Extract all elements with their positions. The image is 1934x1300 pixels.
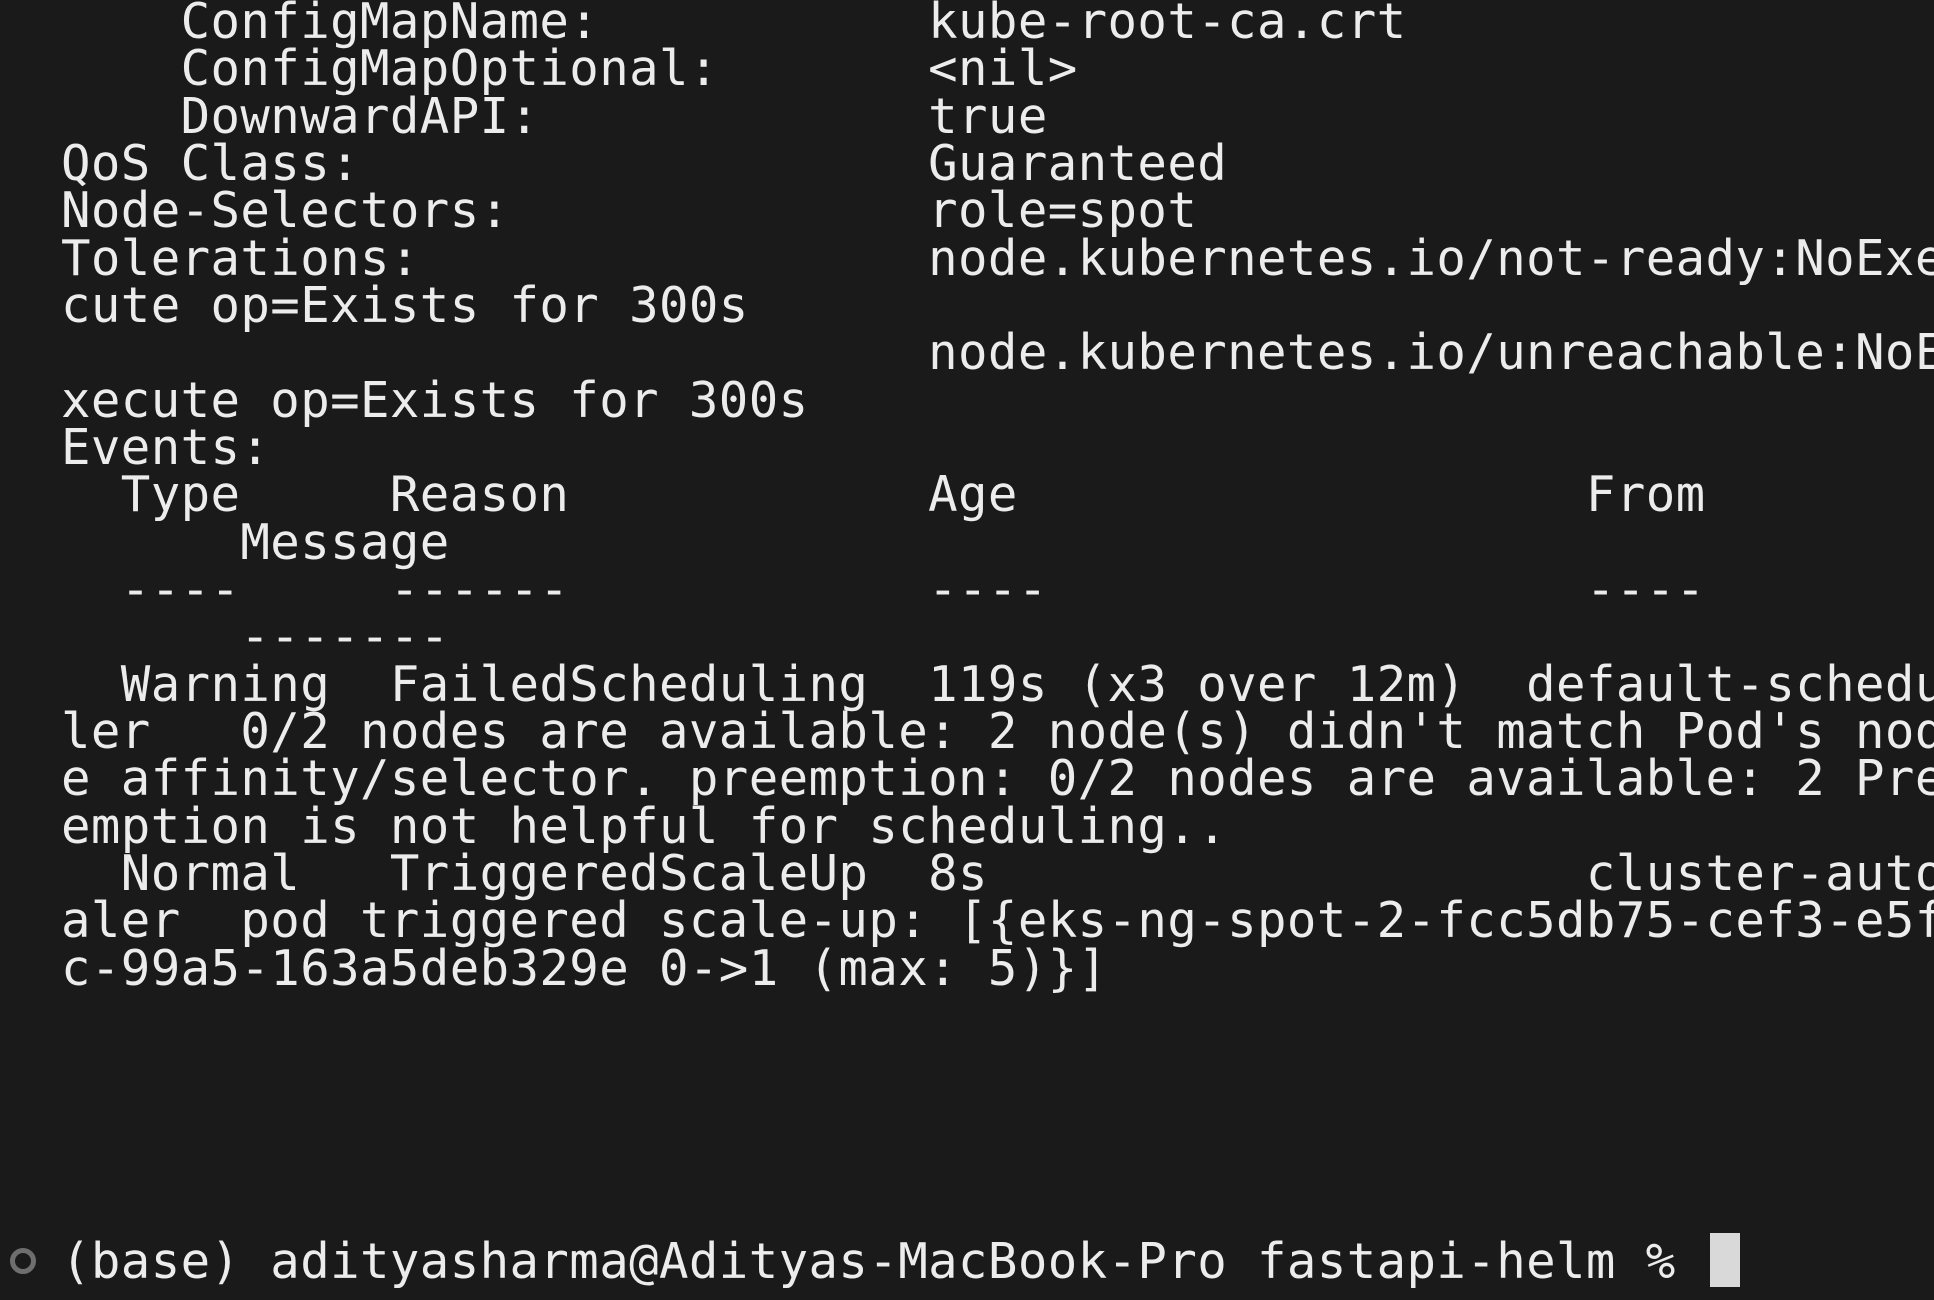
cursor-block-icon — [1709, 1233, 1740, 1287]
prompt-input[interactable]: (base) adityasharma@Adityas-MacBook-Pro … — [61, 1232, 1740, 1291]
prompt-status-circle-icon — [10, 1248, 36, 1274]
prompt-text: (base) adityasharma@Adityas-MacBook-Pro … — [61, 1233, 1706, 1290]
terminal-output: ConfigMapName: kube-root-ca.crt ConfigMa… — [0, 0, 1934, 1300]
output-line: c-99a5-163a5deb329e 0->1 (max: 5)}] — [61, 940, 1108, 997]
prompt-line[interactable]: (base) adityasharma@Adityas-MacBook-Pro … — [0, 1232, 1934, 1291]
